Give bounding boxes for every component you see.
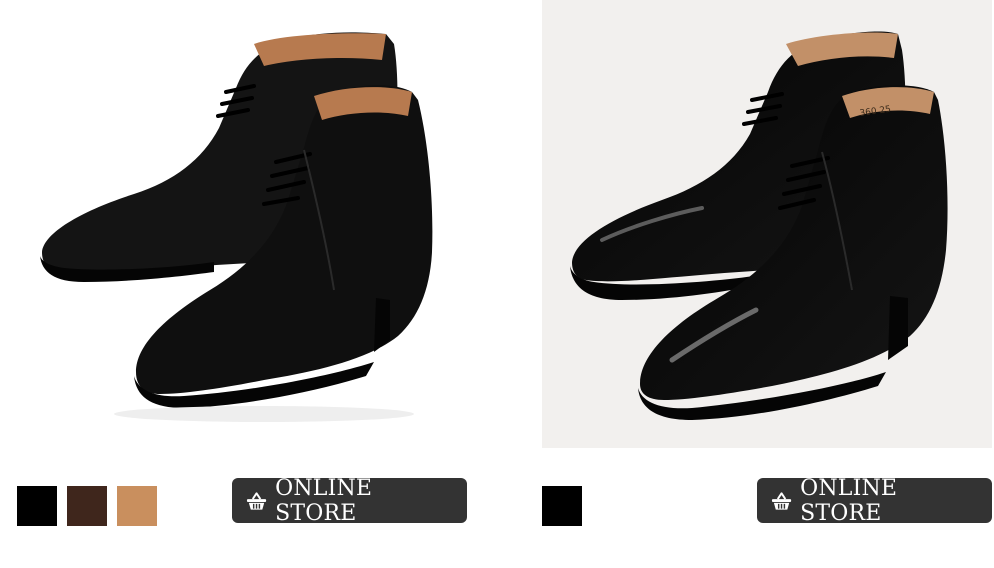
product-grid: ONLINE STORE 360 25 ONLINE STORE (0, 0, 994, 568)
online-store-label: ONLINE STORE (800, 475, 898, 526)
basket-icon (246, 491, 267, 511)
color-swatches (17, 486, 157, 526)
color-swatch-black[interactable] (17, 486, 57, 526)
product-image-leather-chukka[interactable]: 360 25 (542, 0, 992, 448)
product-image-suede-chukka[interactable] (14, 0, 466, 448)
color-swatches (542, 486, 582, 526)
color-swatch-tan[interactable] (117, 486, 157, 526)
online-store-label: ONLINE STORE (275, 475, 373, 526)
online-store-button[interactable]: ONLINE STORE (757, 475, 992, 526)
online-store-button[interactable]: ONLINE STORE (232, 475, 467, 526)
color-swatch-black[interactable] (542, 486, 582, 526)
product-card-leather-chukka: 360 25 ONLINE STORE (542, 0, 992, 568)
product-card-suede-chukka: ONLINE STORE (14, 0, 467, 568)
color-swatch-dark-brown[interactable] (67, 486, 107, 526)
basket-icon (771, 491, 792, 511)
